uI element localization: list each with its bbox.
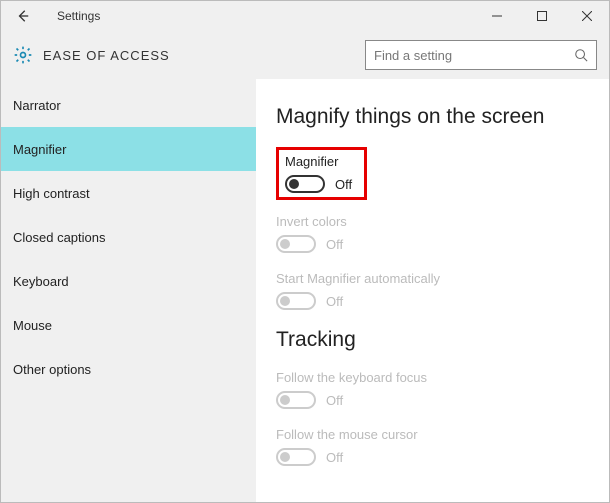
setting-magnifier: Magnifier Off bbox=[285, 154, 352, 193]
invert-toggle-row: Off bbox=[276, 235, 589, 253]
page-title: EASE OF ACCESS bbox=[43, 48, 365, 63]
autostart-toggle-row: Off bbox=[276, 292, 589, 310]
body: Narrator Magnifier High contrast Closed … bbox=[1, 79, 609, 502]
minimize-icon bbox=[492, 11, 502, 21]
close-button[interactable] bbox=[564, 1, 609, 31]
kbfocus-toggle-state: Off bbox=[326, 393, 343, 408]
invert-toggle-state: Off bbox=[326, 237, 343, 252]
setting-kbfocus: Follow the keyboard focus Off bbox=[276, 370, 589, 409]
mousecursor-toggle bbox=[276, 448, 316, 466]
sidebar-item-closed-captions[interactable]: Closed captions bbox=[1, 215, 256, 259]
mousecursor-toggle-state: Off bbox=[326, 450, 343, 465]
mousecursor-label: Follow the mouse cursor bbox=[276, 427, 589, 442]
magnifier-label: Magnifier bbox=[285, 154, 352, 169]
sidebar-item-mouse[interactable]: Mouse bbox=[1, 303, 256, 347]
minimize-button[interactable] bbox=[474, 1, 519, 31]
autostart-toggle-state: Off bbox=[326, 294, 343, 309]
invert-label: Invert colors bbox=[276, 214, 589, 229]
kbfocus-label: Follow the keyboard focus bbox=[276, 370, 589, 385]
close-icon bbox=[582, 11, 592, 21]
magnifier-toggle-row: Off bbox=[285, 175, 352, 193]
maximize-button[interactable] bbox=[519, 1, 564, 31]
autostart-toggle bbox=[276, 292, 316, 310]
search-input[interactable] bbox=[374, 48, 574, 63]
setting-autostart: Start Magnifier automatically Off bbox=[276, 271, 589, 310]
sidebar-item-narrator[interactable]: Narrator bbox=[1, 83, 256, 127]
sidebar-item-high-contrast[interactable]: High contrast bbox=[1, 171, 256, 215]
highlight-box: Magnifier Off bbox=[276, 147, 367, 200]
sidebar-item-magnifier[interactable]: Magnifier bbox=[1, 127, 256, 171]
window-title: Settings bbox=[57, 9, 474, 23]
kbfocus-toggle bbox=[276, 391, 316, 409]
mousecursor-toggle-row: Off bbox=[276, 448, 589, 466]
sidebar-item-keyboard[interactable]: Keyboard bbox=[1, 259, 256, 303]
main-content: Magnify things on the screen Magnifier O… bbox=[256, 79, 609, 502]
back-arrow-icon bbox=[16, 9, 30, 23]
setting-invert-colors: Invert colors Off bbox=[276, 214, 589, 253]
back-button[interactable] bbox=[9, 2, 37, 30]
search-icon bbox=[574, 48, 588, 62]
header: EASE OF ACCESS bbox=[1, 31, 609, 79]
titlebar: Settings bbox=[1, 1, 609, 31]
section-heading-tracking: Tracking bbox=[276, 328, 589, 352]
section-heading-magnify: Magnify things on the screen bbox=[276, 105, 589, 129]
sidebar: Narrator Magnifier High contrast Closed … bbox=[1, 79, 256, 502]
maximize-icon bbox=[537, 11, 547, 21]
gear-icon bbox=[13, 45, 33, 65]
kbfocus-toggle-row: Off bbox=[276, 391, 589, 409]
setting-mousecursor: Follow the mouse cursor Off bbox=[276, 427, 589, 466]
sidebar-item-other-options[interactable]: Other options bbox=[1, 347, 256, 391]
magnifier-toggle[interactable] bbox=[285, 175, 325, 193]
search-box[interactable] bbox=[365, 40, 597, 70]
magnifier-toggle-state: Off bbox=[335, 177, 352, 192]
autostart-label: Start Magnifier automatically bbox=[276, 271, 589, 286]
window-controls bbox=[474, 1, 609, 31]
invert-toggle bbox=[276, 235, 316, 253]
